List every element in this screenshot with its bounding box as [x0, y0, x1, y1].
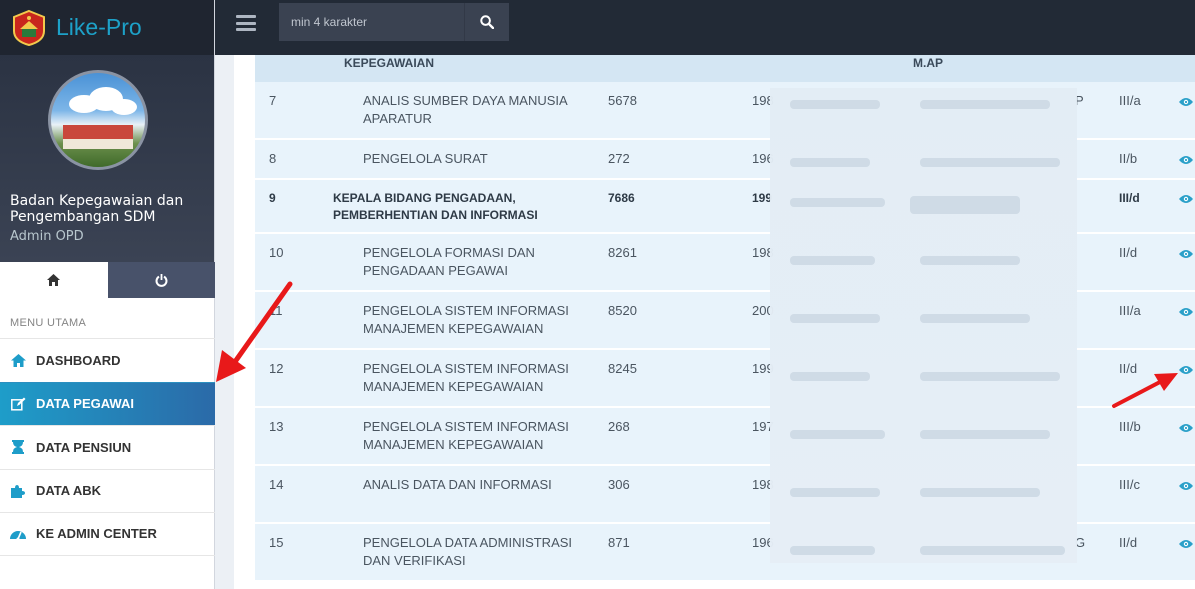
cell-no: 9: [269, 191, 276, 205]
sidebar-menu: DASHBOARD DATA PEGAWAI DATA PENSIUN DATA…: [0, 338, 215, 556]
brand[interactable]: Like-Pro: [0, 0, 214, 55]
view-eye-icon[interactable]: [1179, 155, 1193, 165]
cell-jabatan-line1: ANALIS SUMBER DAYA MANUSIA: [363, 93, 568, 108]
menu-header: MENU UTAMA: [10, 317, 87, 329]
cell-jabatan-line2: APARATUR: [363, 111, 432, 126]
cell-kode: 871: [608, 535, 630, 550]
cell-jabatan-line1: ANALIS DATA DAN INFORMASI: [363, 477, 552, 492]
cell-jabatan-line1: PENGELOLA SISTEM INFORMASI: [363, 419, 569, 434]
avatar: [48, 70, 148, 170]
search-input[interactable]: [279, 3, 464, 41]
cell-golongan: II/d: [1119, 245, 1138, 260]
sidebar-item-data-abk[interactable]: DATA ABK: [0, 468, 215, 513]
sidebar-item-label: DATA ABK: [36, 483, 101, 499]
view-eye-icon[interactable]: [1179, 423, 1193, 433]
hourglass-icon: [10, 439, 26, 455]
cell-kode: 8245: [608, 361, 637, 376]
sidebar-item-label: KE ADMIN CENTER: [36, 526, 157, 542]
cell-jabatan-line2: PENGADAAN PEGAWAI: [363, 263, 508, 278]
cell-jabatan-line2: MANAJEMEN KEPEGAWAIAN: [363, 379, 544, 394]
search-bar: [279, 3, 509, 41]
cell-jabatan-line1: PENGELOLA DATA ADMINISTRASI: [363, 535, 573, 550]
cell-no: 14: [269, 477, 284, 492]
cell-jabatan-line1: PENGELOLA SISTEM INFORMASI: [363, 303, 569, 318]
cell-no: 15: [269, 535, 284, 550]
power-icon: [155, 273, 168, 287]
puzzle-icon: [10, 483, 26, 499]
cell-jabatan-line2: PEMBERHENTIAN DAN INFORMASI: [333, 208, 538, 222]
gauge-icon: [10, 526, 26, 542]
header-jabatan: KEPEGAWAIAN: [344, 56, 435, 70]
view-eye-icon[interactable]: [1179, 539, 1193, 549]
cell-no: 12: [269, 361, 284, 376]
cell-kode: 5678: [608, 93, 637, 108]
cell-kode: 8261: [608, 245, 637, 260]
cell-kode: 306: [608, 477, 630, 492]
sidebar-item-data-pegawai[interactable]: DATA PEGAWAI: [0, 381, 215, 425]
sidebar-item-admin-center[interactable]: KE ADMIN CENTER: [0, 512, 215, 556]
topbar: [215, 0, 1195, 55]
menu-toggle-button[interactable]: [236, 15, 256, 31]
cell-no: 10: [269, 245, 284, 260]
view-eye-icon[interactable]: [1179, 481, 1193, 491]
sidebar-item-label: DATA PEGAWAI: [36, 396, 134, 412]
cell-golongan: II/d: [1119, 535, 1138, 550]
cell-jabatan-line2: MANAJEMEN KEPEGAWAIAN: [363, 437, 544, 452]
sidebar-item-label: DASHBOARD: [36, 352, 121, 368]
cell-golongan: III/d: [1119, 191, 1140, 205]
cell-jabatan-line1: PENGELOLA SURAT: [363, 151, 488, 166]
user-panel: Badan Kepegawaian dan Pengembangan SDM A…: [0, 55, 214, 262]
user-role: Admin OPD: [10, 229, 84, 244]
view-eye-icon[interactable]: [1179, 249, 1193, 259]
table-header: KEPEGAWAIAN M.AP: [255, 55, 1195, 82]
cell-no: 11: [269, 303, 283, 318]
view-eye-icon[interactable]: [1179, 307, 1193, 317]
cell-jabatan-line2: MANAJEMEN KEPEGAWAIAN: [363, 321, 544, 336]
cell-golongan: III/c: [1119, 477, 1140, 492]
sidebar-tabs: [0, 262, 215, 298]
cell-jabatan-line2: DAN VERIFIKASI: [363, 553, 466, 568]
cell-kode: 8520: [608, 303, 637, 318]
cell-jabatan-line1: PENGELOLA SISTEM INFORMASI: [363, 361, 569, 376]
dashboard-icon: [10, 352, 26, 368]
home-tab[interactable]: [0, 262, 108, 298]
edit-icon: [10, 396, 26, 412]
app-logo: [10, 9, 48, 47]
view-eye-icon[interactable]: [1179, 365, 1193, 375]
cell-golongan: III/a: [1119, 93, 1141, 108]
sidebar: Like-Pro Badan Kepegawaian dan Pengemban…: [0, 0, 215, 589]
app-title: Like-Pro: [56, 14, 142, 40]
search-button[interactable]: [464, 3, 509, 41]
cell-no: 8: [269, 151, 277, 166]
redaction-blur: [770, 88, 1077, 563]
search-icon: [480, 15, 494, 29]
cell-kode: 272: [608, 151, 630, 166]
cell-jabatan-line1: KEPALA BIDANG PENGADAAN,: [333, 191, 516, 205]
cell-no: 13: [269, 419, 284, 434]
cell-jabatan-line1: PENGELOLA FORMASI DAN: [363, 245, 535, 260]
sidebar-item-data-pensiun[interactable]: DATA PENSIUN: [0, 425, 215, 469]
sidebar-item-label: DATA PENSIUN: [36, 439, 132, 455]
logout-tab[interactable]: [107, 262, 215, 298]
view-eye-icon[interactable]: [1179, 194, 1193, 204]
sidebar-item-dashboard[interactable]: DASHBOARD: [0, 338, 215, 382]
view-eye-icon[interactable]: [1179, 97, 1193, 107]
home-icon: [47, 274, 61, 286]
cell-golongan: III/a: [1119, 303, 1141, 318]
cell-golongan: II/b: [1119, 151, 1138, 166]
header-pendidikan: M.AP: [913, 56, 943, 70]
organization-name: Badan Kepegawaian dan Pengembangan SDM: [10, 193, 184, 225]
cell-kode: 268: [608, 419, 630, 434]
cell-no: 7: [269, 93, 277, 108]
cell-kode: 7686: [608, 191, 635, 205]
cell-golongan: III/b: [1119, 419, 1141, 434]
cell-golongan: II/d: [1119, 361, 1138, 376]
